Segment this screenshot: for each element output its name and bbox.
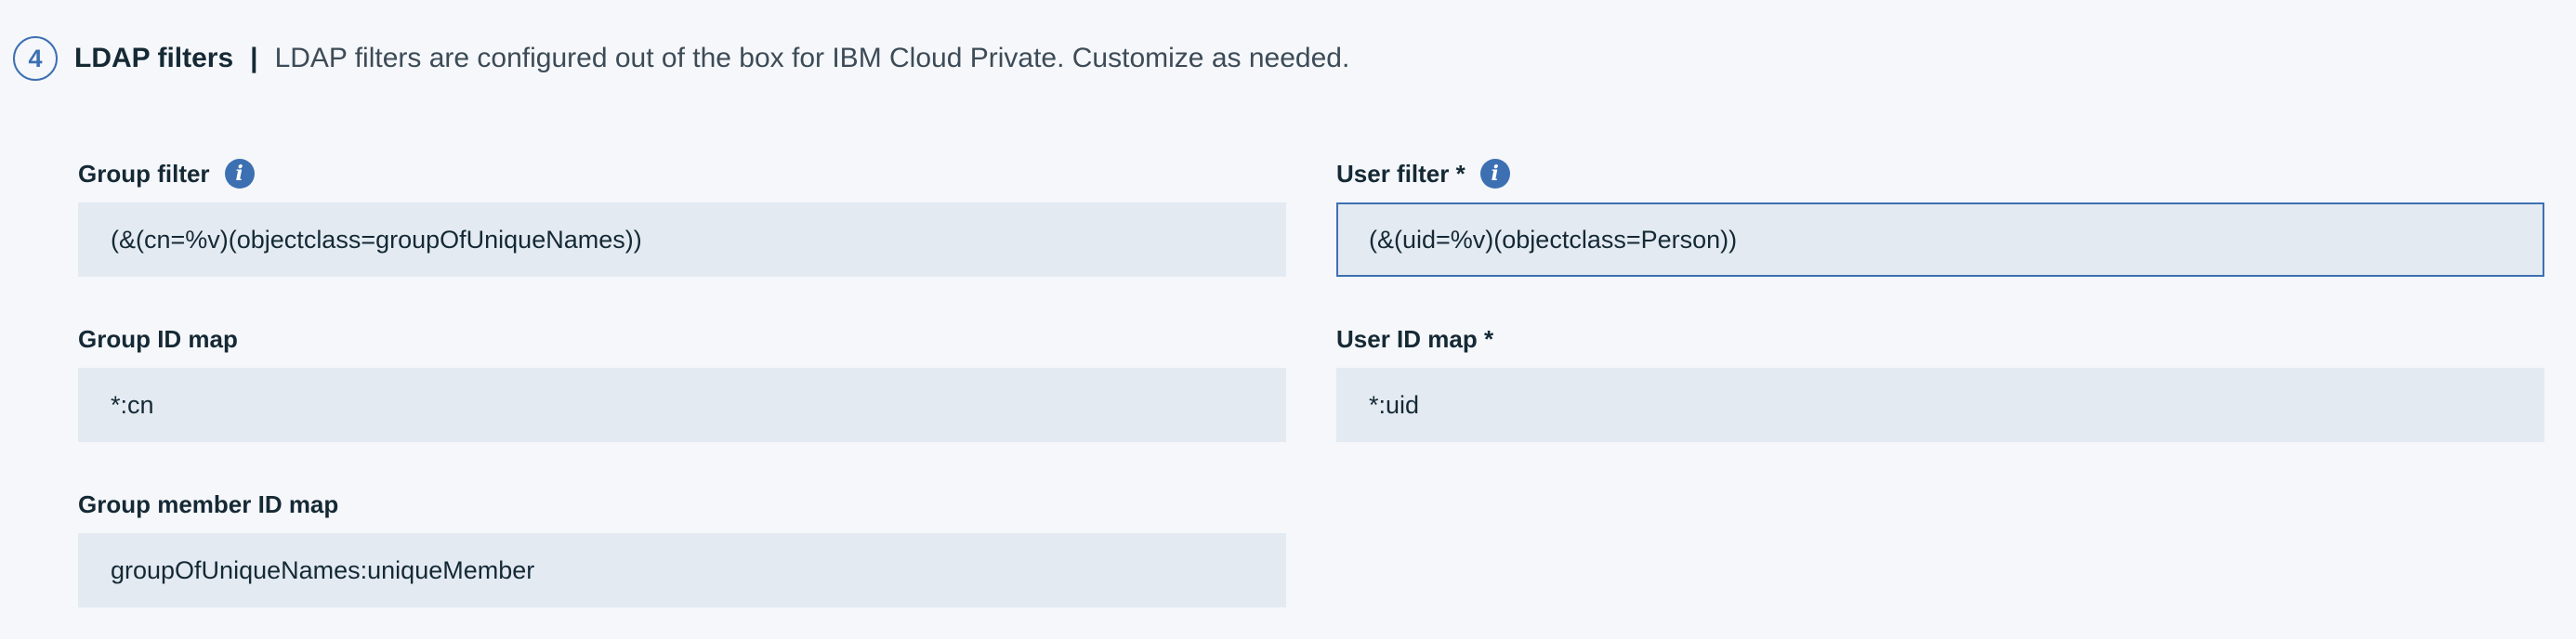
group-filter-label-row: Group filter i xyxy=(78,155,1286,192)
title-separator: | xyxy=(250,43,258,73)
group-id-map-field: Group ID map xyxy=(78,320,1286,442)
info-icon[interactable]: i xyxy=(224,159,255,189)
group-id-map-label-row: Group ID map xyxy=(78,320,1286,358)
group-member-id-map-field: Group member ID map xyxy=(78,486,1286,607)
group-id-map-label: Group ID map xyxy=(78,324,238,353)
step-number-badge: 4 xyxy=(13,36,58,81)
section-description: LDAP filters are configured out of the b… xyxy=(274,43,1350,73)
section-header: 4 LDAP filters | LDAP filters are config… xyxy=(13,34,1349,83)
group-member-id-map-label-row: Group member ID map xyxy=(78,486,1286,523)
group-member-id-map-input[interactable] xyxy=(78,533,1286,607)
user-filter-input[interactable] xyxy=(1336,202,2544,277)
user-id-map-label: User ID map * xyxy=(1336,324,1494,353)
user-filter-label: User filter * xyxy=(1336,159,1465,188)
group-member-id-map-label: Group member ID map xyxy=(78,489,339,518)
info-icon[interactable]: i xyxy=(1479,159,1510,189)
section-title: LDAP filters xyxy=(74,43,234,73)
group-filter-label: Group filter xyxy=(78,159,210,188)
user-id-map-field: User ID map * xyxy=(1336,320,2544,442)
user-id-map-label-row: User ID map * xyxy=(1336,320,2544,358)
group-filter-field: Group filter i xyxy=(78,155,1286,277)
user-filter-field: User filter * i xyxy=(1336,155,2544,277)
user-filter-label-row: User filter * i xyxy=(1336,155,2544,192)
user-id-map-input[interactable] xyxy=(1336,368,2544,442)
group-id-map-input[interactable] xyxy=(78,368,1286,442)
group-filter-input[interactable] xyxy=(78,202,1286,277)
